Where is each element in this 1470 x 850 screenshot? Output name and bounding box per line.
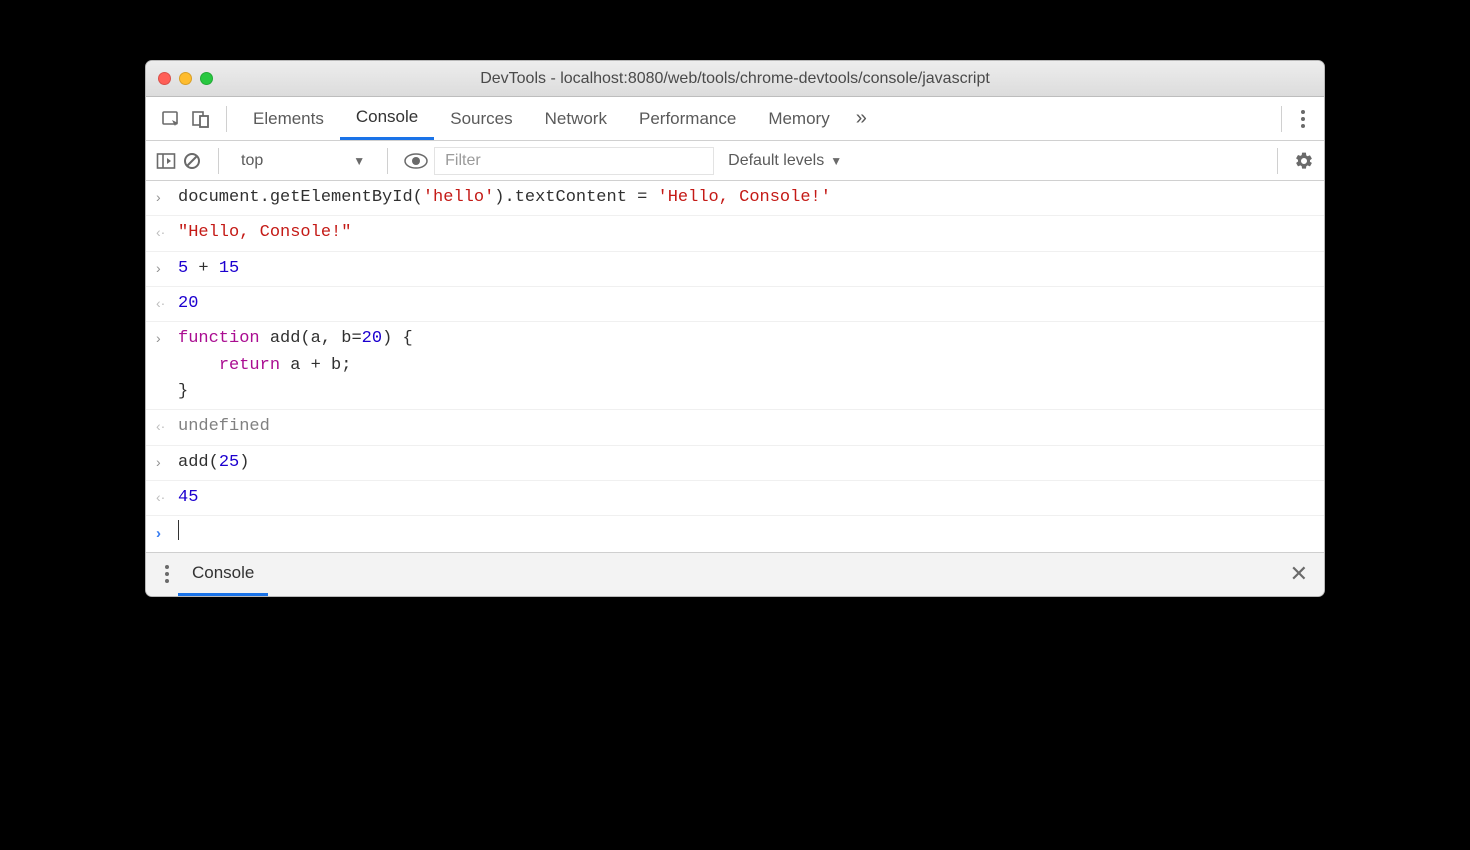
console-settings-icon[interactable] [1294,151,1314,171]
close-window-button[interactable] [158,72,171,85]
output-chevron-icon: ‹· [156,414,178,438]
divider [387,148,388,174]
console-line-content[interactable]: add(25) [178,450,1314,476]
console-input-row: ›function add(a, b=20) { return a + b; } [146,322,1324,410]
console-line-content[interactable]: function add(a, b=20) { return a + b; } [178,326,1314,405]
console-line-content[interactable]: "Hello, Console!" [178,220,1314,246]
console-line-content[interactable]: undefined [178,414,1314,440]
context-selector[interactable]: top ▼ [235,150,371,172]
main-menu-button[interactable] [1292,108,1314,130]
tab-performance[interactable]: Performance [623,97,752,140]
live-expression-icon[interactable] [404,153,428,169]
text-cursor [178,520,179,540]
output-chevron-icon: ‹· [156,485,178,509]
divider [1281,106,1282,132]
divider [226,106,227,132]
tab-console[interactable]: Console [340,97,434,140]
close-drawer-button[interactable]: ✕ [1284,561,1314,587]
console-input-row: ›document.getElementById('hello').textCo… [146,181,1324,216]
titlebar[interactable]: DevTools - localhost:8080/web/tools/chro… [146,61,1324,97]
log-levels-label: Default levels [728,152,824,170]
toggle-sidebar-icon[interactable] [156,152,176,170]
input-chevron-icon: › [156,256,178,280]
tab-network[interactable]: Network [529,97,623,140]
tab-memory[interactable]: Memory [752,97,845,140]
input-chevron-icon: › [156,326,178,350]
output-chevron-icon: ‹· [156,291,178,315]
console-output[interactable]: ›document.getElementById('hello').textCo… [146,181,1324,552]
console-output-row: ‹·undefined [146,410,1324,445]
chevron-down-icon: ▼ [353,154,365,168]
overflow-tabs-button[interactable]: » [846,107,877,130]
drawer-tab-console[interactable]: Console [178,553,268,596]
log-levels-selector[interactable]: Default levels ▼ [720,152,850,170]
window-title: DevTools - localhost:8080/web/tools/chro… [146,70,1324,88]
input-chevron-icon: › [156,450,178,474]
drawer-tab-label: Console [192,563,254,583]
console-line-content[interactable]: document.getElementById('hello').textCon… [178,185,1314,211]
console-toolbar: top ▼ Default levels ▼ [146,141,1324,181]
console-input-row: ›add(25) [146,446,1324,481]
tab-elements[interactable]: Elements [237,97,340,140]
console-output-row: ‹·20 [146,287,1324,322]
console-output-row: ‹·45 [146,481,1324,516]
console-line-content[interactable]: 20 [178,291,1314,317]
traffic-lights [158,72,213,85]
divider [218,148,219,174]
tab-sources[interactable]: Sources [434,97,528,140]
clear-console-icon[interactable] [182,151,202,171]
drawer: Console ✕ [146,552,1324,596]
zoom-window-button[interactable] [200,72,213,85]
console-line-content[interactable]: 5 + 15 [178,256,1314,282]
filter-input[interactable] [434,147,714,175]
device-toolbar-icon[interactable] [186,104,216,134]
minimize-window-button[interactable] [179,72,192,85]
drawer-menu-button[interactable] [156,563,178,585]
output-chevron-icon: ‹· [156,220,178,244]
devtools-window: DevTools - localhost:8080/web/tools/chro… [145,60,1325,597]
console-line-content[interactable]: 45 [178,485,1314,511]
divider [1277,148,1278,174]
context-label: top [241,152,263,170]
inspect-element-icon[interactable] [156,104,186,134]
chevron-down-icon: ▼ [830,154,842,168]
input-chevron-icon: › [156,185,178,209]
panel-tabbar: ElementsConsoleSourcesNetworkPerformance… [146,97,1324,141]
prompt-chevron-icon: › [156,520,178,545]
console-input-row: ›5 + 15 [146,252,1324,287]
console-prompt-input[interactable] [178,520,1314,547]
console-prompt-row[interactable]: › [146,516,1324,551]
console-output-row: ‹·"Hello, Console!" [146,216,1324,251]
panel-tabs: ElementsConsoleSourcesNetworkPerformance… [237,97,846,140]
